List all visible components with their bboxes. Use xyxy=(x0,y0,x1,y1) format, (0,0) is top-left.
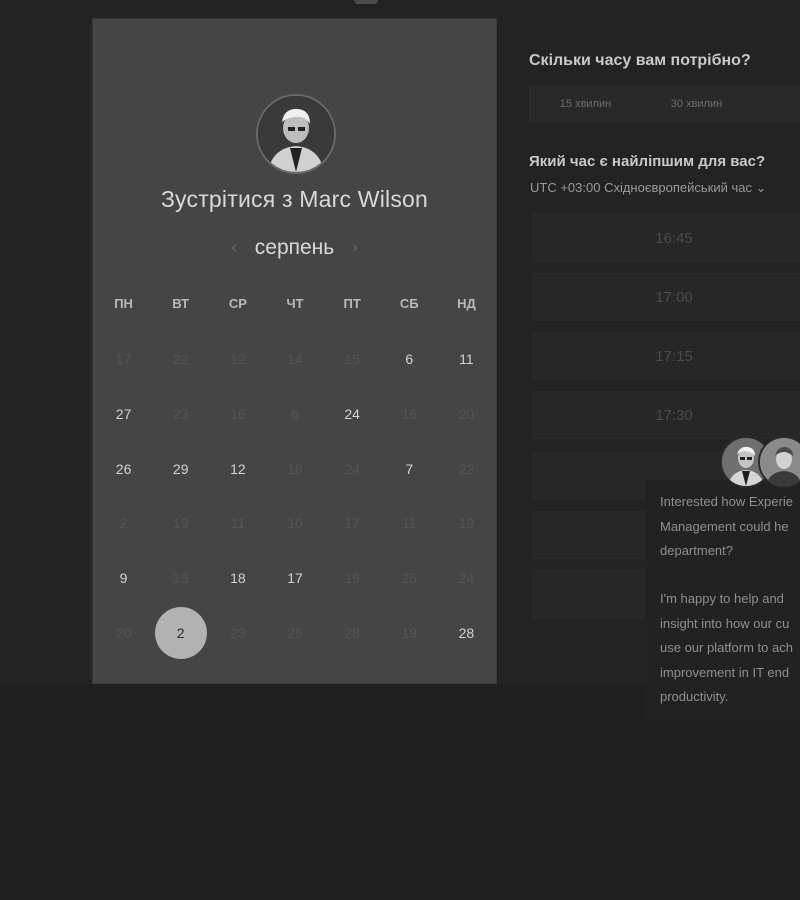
chat-agent-avatars[interactable] xyxy=(720,436,800,490)
calendar-week-row: 2 19 11 10 17 11 19 xyxy=(95,496,495,550)
calendar-day: 24 xyxy=(458,570,475,586)
weekday-header: ПН ВТ СР ЧТ ПТ СБ НД xyxy=(95,296,495,311)
calendar-day: 11 xyxy=(230,515,246,531)
calendar-day: 25 xyxy=(287,625,303,641)
calendar-week-row: 9 15 18 17 19 25 24 xyxy=(95,551,495,605)
duration-option-15[interactable]: 15 хвилин xyxy=(530,98,641,110)
weekday-label: СР xyxy=(228,296,247,311)
meeting-title: Зустрітися з Marc Wilson xyxy=(160,186,429,212)
month-label: серпень xyxy=(254,236,335,259)
duration-question: Скільки часу вам потрібно? xyxy=(529,52,751,69)
calendar-day: 12 xyxy=(230,351,246,367)
timezone-select[interactable]: UTC +03:00 Східноєвропейський час ⌄ xyxy=(530,180,766,196)
chat-popup[interactable]: Interested how Experie Management could … xyxy=(645,480,800,720)
selected-day-marker: 2 xyxy=(154,607,207,659)
calendar-day: 23 xyxy=(172,406,189,422)
chat-text-line: department? xyxy=(660,543,733,558)
chat-text-line: I'm happy to help and xyxy=(660,591,784,606)
calendar-day: 24 xyxy=(344,461,360,477)
time-slot-label: 17:00 xyxy=(655,288,693,306)
calendar-day: 28 xyxy=(344,625,360,641)
top-edge-tab xyxy=(354,0,378,4)
weekday-label: НД xyxy=(457,296,476,311)
calendar-day[interactable]: 28 xyxy=(438,606,495,660)
calendar-day: 16 xyxy=(401,406,418,422)
calendar-day: 20 xyxy=(458,406,475,422)
calendar-day[interactable]: 24 xyxy=(324,387,381,441)
calendar-week-row: 17 22 12 14 15 6 11 xyxy=(95,332,495,386)
calendar-week-row: 20 2 23 25 28 19 28 xyxy=(95,606,495,660)
calendar-day[interactable]: 6 xyxy=(381,332,438,386)
chat-message: Interested how Experie Management could … xyxy=(660,490,800,564)
calendar-day: 23 xyxy=(230,625,246,641)
weekday-label: СБ xyxy=(399,296,419,311)
calendar-day[interactable]: 18 xyxy=(209,551,266,605)
calendar-day: 19 xyxy=(458,515,475,531)
page: Зустрітися з Marc Wilson ‹ серпень › ПН … xyxy=(0,0,800,900)
time-slot[interactable]: 16:45 xyxy=(533,214,800,262)
chat-text-line: use our platform to ach xyxy=(660,640,793,655)
duration-option-30[interactable]: 30 хвилин xyxy=(641,98,752,110)
calendar-day[interactable]: 12 xyxy=(209,442,266,496)
chat-text-line: productivity. xyxy=(660,689,729,704)
calendar-day-selected[interactable]: 2 xyxy=(152,606,209,660)
calendar-day: 16 xyxy=(230,406,246,422)
calendar-day[interactable]: 29 xyxy=(152,442,209,496)
duration-option-60[interactable]: 1 г xyxy=(752,98,800,110)
person-icon xyxy=(258,96,334,172)
time-slot[interactable]: 17:30 xyxy=(533,391,800,439)
weekday-label: ВТ xyxy=(172,296,190,311)
calendar-week-row: 27 23 16 6 24 16 20 xyxy=(95,387,495,441)
calendar-day[interactable]: 26 xyxy=(95,442,152,496)
weekday-label: ПТ xyxy=(343,296,361,311)
calendar-day: 17 xyxy=(115,351,132,367)
calendar-day: 20 xyxy=(115,625,132,641)
chat-message: I'm happy to help and insight into how o… xyxy=(660,587,800,710)
chat-text-line: Management could he xyxy=(660,518,789,534)
host-avatar xyxy=(256,94,336,174)
calendar-day: 11 xyxy=(402,515,417,531)
calendar-day: 14 xyxy=(287,351,303,367)
calendar-day: 22 xyxy=(458,461,475,477)
chat-text-line: insight into how our cu xyxy=(660,615,790,631)
chevron-right-icon[interactable]: › xyxy=(352,239,357,257)
chevron-left-icon[interactable]: ‹ xyxy=(231,239,236,257)
month-navigation: ‹ серпень › xyxy=(93,236,496,260)
calendar-day: 19 xyxy=(344,570,360,586)
calendar-day: 15 xyxy=(344,351,360,367)
calendar-day[interactable]: 17 xyxy=(266,551,323,605)
calendar-day: 22 xyxy=(172,351,189,367)
time-slot[interactable]: 17:15 xyxy=(533,332,800,380)
time-slot[interactable]: 17:00 xyxy=(533,273,800,321)
calendar-day: 19 xyxy=(401,625,418,641)
calendar-day: 6 xyxy=(291,406,299,422)
calendar-week-row: 26 29 12 18 24 7 22 xyxy=(95,442,495,496)
person-icon xyxy=(760,438,800,486)
calendar-day: 17 xyxy=(344,515,360,531)
weekday-label: ЧТ xyxy=(286,296,304,311)
calendar-day[interactable]: 9 xyxy=(95,551,152,605)
weekday-label: ПН xyxy=(114,296,133,311)
time-slot-label: 16:45 xyxy=(655,229,693,247)
chat-text-line: improvement in IT end xyxy=(660,664,790,680)
calendar-day: 15 xyxy=(172,570,189,586)
calendar-day[interactable]: 11 xyxy=(438,332,495,386)
time-slot-label: 17:30 xyxy=(655,406,693,424)
duration-selector: 15 хвилин 30 хвилин 1 г xyxy=(529,86,800,122)
chat-text-line: Interested how Experie xyxy=(660,494,793,509)
calendar-day: 2 xyxy=(119,515,128,531)
time-question: Який час є найліпшим для вас? xyxy=(529,153,766,170)
calendar-day: 19 xyxy=(172,515,189,531)
calendar-day: 10 xyxy=(287,515,303,531)
calendar-day: 18 xyxy=(287,461,303,477)
time-slot-label: 17:15 xyxy=(655,347,693,365)
calendar-day: 25 xyxy=(401,570,418,586)
calendar-day[interactable]: 27 xyxy=(95,387,152,441)
calendar-day[interactable]: 7 xyxy=(381,442,438,496)
